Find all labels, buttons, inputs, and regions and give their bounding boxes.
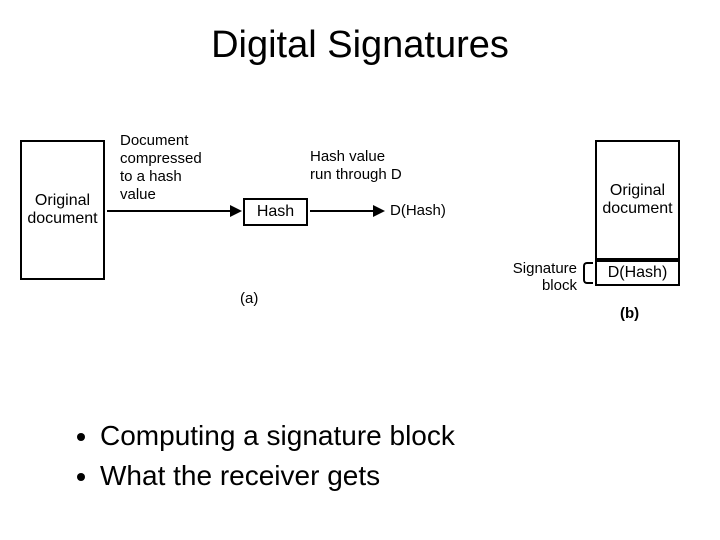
label-compress: Document compressed to a hash value [120, 132, 202, 204]
arrow-orig-to-hash-head [230, 205, 242, 217]
arrow-hash-to-dhash [310, 210, 375, 212]
bullet-item: Computing a signature block [100, 420, 455, 452]
label-run-d: Hash value run through D [310, 148, 402, 184]
figure-label-a: (a) [240, 290, 258, 307]
box-original-document-a: Original document [20, 140, 105, 280]
arrow-hash-to-dhash-head [373, 205, 385, 217]
box-original-document-b-label: Original document [602, 182, 672, 218]
box-signature-dhash: D(Hash) [595, 260, 680, 286]
bullet-list: Computing a signature block What the rec… [70, 420, 455, 500]
brace-signature [583, 262, 593, 284]
page-title: Digital Signatures [0, 24, 720, 67]
box-signature-dhash-label: D(Hash) [608, 264, 668, 282]
label-signature-block: Signature block [505, 260, 577, 294]
box-original-document-b: Original document [595, 140, 680, 260]
bullet-item: What the receiver gets [100, 460, 455, 492]
arrow-orig-to-hash [107, 210, 232, 212]
box-hash: Hash [243, 198, 308, 226]
box-hash-label: Hash [257, 203, 294, 221]
figure-label-b: (b) [620, 305, 639, 322]
diagram-area: Original document Document compressed to… [0, 120, 720, 320]
text-dhash-a: D(Hash) [390, 202, 446, 219]
box-original-document-a-label: Original document [27, 192, 97, 228]
